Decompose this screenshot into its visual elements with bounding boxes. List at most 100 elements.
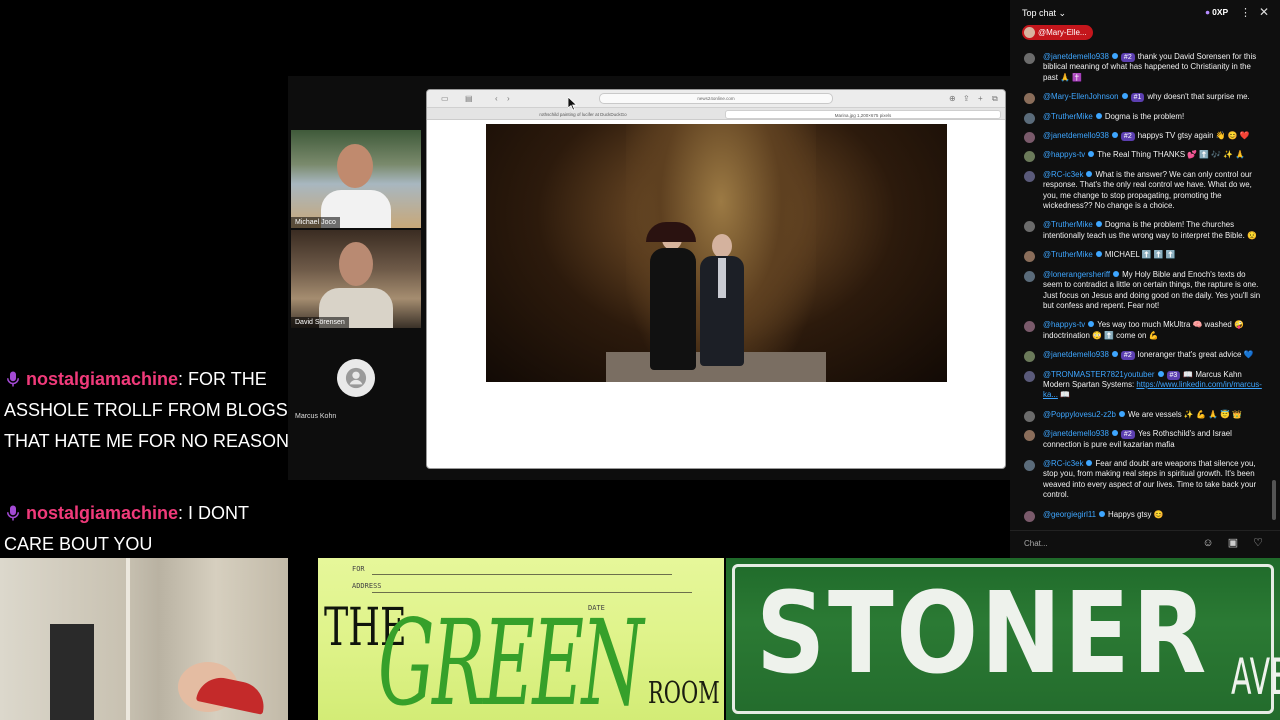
chat-username[interactable]: @TrutherMike — [1043, 220, 1093, 229]
avatar — [1024, 27, 1035, 38]
emoji-icon[interactable]: ☺ — [1201, 536, 1215, 550]
avatar[interactable] — [1024, 321, 1035, 333]
chat-username[interactable]: @RC-ic3ek — [1043, 459, 1083, 468]
chat-message[interactable]: @TrutherMike Dogma is the problem! The ch… — [1010, 218, 1276, 243]
chat-message[interactable]: @TrutherMike Dogma is the problem! — [1010, 110, 1276, 124]
chat-message[interactable]: @janetdemello938 #2 loneranger that's grea… — [1010, 348, 1276, 363]
verified-icon — [1111, 53, 1118, 59]
browser-tab-bar: rothschild painting of lucifer at DuckDu… — [427, 108, 1005, 120]
avatar[interactable] — [1024, 270, 1035, 282]
verified-icon — [1118, 410, 1125, 417]
avatar[interactable] — [1024, 430, 1035, 442]
shared-browser-window[interactable]: ▭ ▤ ‹ › news24online.com ⊕ ⇪ + ⧉ rothsch… — [426, 89, 1006, 469]
share-icon[interactable]: ⇪ — [963, 94, 970, 103]
chat-input[interactable] — [1024, 536, 1194, 550]
verified-icon — [1088, 151, 1095, 158]
green-room-room: ROOM — [648, 676, 720, 711]
webcam-feed — [0, 558, 288, 720]
sidebar-icon[interactable]: ▭ — [441, 94, 449, 103]
avatar[interactable] — [1024, 459, 1035, 471]
avatar[interactable] — [1024, 93, 1035, 105]
avatar[interactable] — [1024, 510, 1035, 522]
chat-username[interactable]: @janetdemello938 — [1043, 350, 1109, 359]
verified-icon — [1095, 112, 1102, 119]
back-icon[interactable]: ‹ — [495, 94, 498, 103]
chat-message[interactable]: @RC-ic3ek Fear and doubt are weapons that… — [1010, 457, 1276, 503]
chat-message[interactable]: @TrutherMike MICHAEL ⬆️ ⬆️ ⬆️ — [1010, 248, 1276, 263]
tab-overview-icon[interactable]: ▤ — [465, 94, 473, 103]
stream-canvas: Michael Joco David Sörensen Marcus Kohn … — [0, 0, 1280, 720]
browser-tab-active[interactable]: Marina.jpg 1,200×675 pixels — [725, 110, 1001, 119]
chat-message-text: Dogma is the problem! — [1104, 111, 1185, 121]
xp-icon: ● — [1205, 7, 1211, 17]
chat-message[interactable]: @RC-ic3ek What is the answer? We can only… — [1010, 168, 1276, 214]
avatar[interactable] — [1024, 112, 1035, 124]
chat-message[interactable]: @Mary-EllenJohnson #1 why doesn't that sur… — [1010, 90, 1276, 105]
avatar[interactable] — [1024, 151, 1035, 163]
chat-message-text: why doesn't that surprise me. — [1147, 92, 1250, 102]
avatar[interactable] — [1024, 132, 1035, 144]
microphone-icon — [7, 371, 19, 387]
chat-message[interactable]: @Poppylovesu2-z2b We are vessels ✨ 💪 🙏 😇 … — [1010, 408, 1276, 422]
chat-username[interactable]: @TRONMASTER7821youtuber — [1043, 370, 1155, 379]
avatar[interactable] — [1024, 53, 1035, 64]
verified-icon — [1113, 270, 1120, 277]
chat-message[interactable]: @happys-tv Yes way too much MkUltra 🧠 was… — [1010, 318, 1276, 343]
verified-icon — [1099, 510, 1106, 517]
chat-message[interactable]: @janetdemello938 #2 thank you David Sorens… — [1010, 50, 1276, 85]
gift-icon[interactable]: ▣ — [1226, 536, 1240, 550]
verified-icon — [1088, 321, 1095, 328]
chat-username[interactable]: @happys-tv — [1043, 320, 1085, 329]
chat-username[interactable]: @Mary-EllenJohnson — [1043, 92, 1119, 101]
xp-badge[interactable]: ● 0XP — [1205, 7, 1228, 17]
participant-avatar-marcus[interactable] — [337, 359, 375, 397]
chat-username[interactable]: @TrutherMike — [1043, 112, 1093, 121]
chat-message-text: 📖 — [1057, 390, 1070, 400]
chat-username[interactable]: @happys-tv — [1043, 150, 1085, 159]
close-icon[interactable]: ✕ — [1259, 5, 1269, 19]
avatar[interactable] — [1024, 351, 1035, 363]
chat-username[interactable]: @janetdemello938 — [1043, 429, 1109, 438]
member-badge: #2 — [1120, 351, 1135, 361]
chat-message[interactable]: @lonerangersheriff My Holy Bible and Enoc… — [1010, 268, 1276, 314]
download-icon[interactable]: ⊕ — [949, 94, 956, 103]
chat-username[interactable]: @RC-ic3ek — [1043, 170, 1083, 179]
chevron-down-icon: ⌄ — [1058, 8, 1067, 18]
pinned-message-chip[interactable]: @Mary-Elle... — [1022, 25, 1093, 40]
participant-tile-michael[interactable]: Michael Joco — [291, 130, 421, 228]
participant-tile-david[interactable]: David Sörensen — [291, 230, 421, 328]
forward-icon[interactable]: › — [507, 94, 510, 103]
avatar[interactable] — [1024, 410, 1035, 422]
man-shirt — [718, 258, 726, 298]
avatar[interactable] — [1024, 170, 1035, 182]
chat-username[interactable]: @Poppylovesu2-z2b — [1043, 410, 1116, 419]
chat-message-list[interactable]: @janetdemello938 #2 thank you David Sorens… — [1010, 50, 1276, 525]
heart-icon[interactable]: ♡ — [1251, 536, 1265, 550]
avatar[interactable] — [1024, 221, 1035, 233]
new-tab-icon[interactable]: + — [978, 94, 983, 103]
member-badge: #2 — [1120, 132, 1135, 142]
more-vert-icon[interactable]: ⋮ — [1240, 6, 1251, 19]
chat-username[interactable]: @janetdemello938 — [1043, 52, 1109, 61]
chat-username[interactable]: @lonerangersheriff — [1043, 270, 1110, 279]
verified-icon — [1086, 459, 1093, 466]
mouse-cursor-icon — [568, 97, 578, 111]
chat-message[interactable]: @georgiegirl11 Happys gtsy 😊 — [1010, 508, 1276, 522]
chat-mode-dropdown[interactable]: Top chat ⌄ — [1022, 8, 1066, 19]
verified-icon — [1086, 170, 1093, 177]
browser-tab[interactable]: rothschild painting of lucifer at DuckDu… — [443, 110, 723, 119]
person-icon — [345, 367, 367, 389]
avatar[interactable] — [1024, 370, 1035, 382]
chat-username[interactable]: @georgiegirl11 — [1043, 510, 1096, 519]
avatar[interactable] — [1024, 251, 1035, 263]
chat-message[interactable]: @janetdemello938 #2 Yes Rothschild's and I… — [1010, 427, 1276, 452]
pinned-user: @Mary-Elle... — [1038, 28, 1087, 37]
chat-scrollbar[interactable] — [1272, 480, 1276, 520]
chat-message[interactable]: @TRONMASTER7821youtuber #3 📖 Marcus Kahn M… — [1010, 368, 1276, 403]
chat-username[interactable]: @TrutherMike — [1043, 250, 1093, 259]
chat-message[interactable]: @janetdemello938 #2 happys TV gtsy again 👋… — [1010, 129, 1276, 144]
chat-username[interactable]: @janetdemello938 — [1043, 131, 1109, 140]
chat-message[interactable]: @happys-tv The Real Thing THANKS 💕 ⬆️ 🎶 ✨… — [1010, 148, 1276, 163]
browser-url-bar[interactable]: news24online.com — [599, 93, 833, 104]
tabs-icon[interactable]: ⧉ — [992, 94, 998, 103]
